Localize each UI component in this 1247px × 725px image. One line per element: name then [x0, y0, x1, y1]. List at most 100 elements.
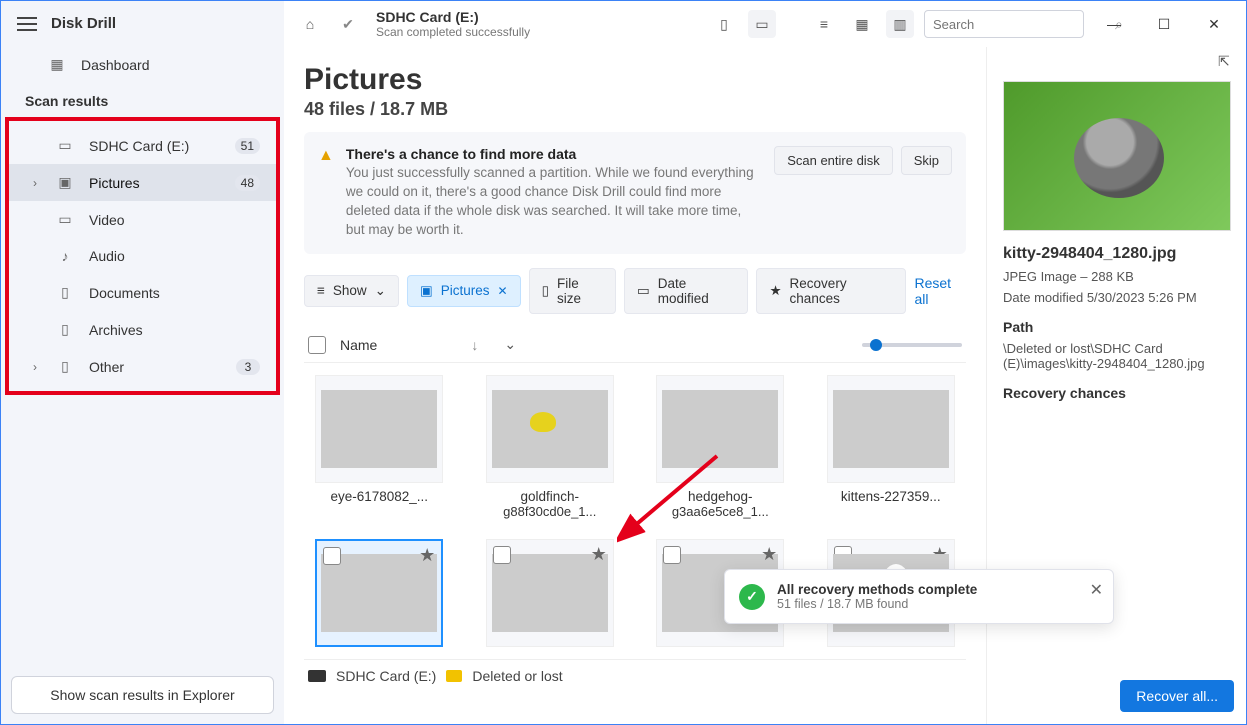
toast-title: All recovery methods complete [777, 582, 977, 597]
close-icon[interactable]: ✕ [498, 284, 508, 298]
star-icon[interactable]: ★ [761, 544, 777, 565]
page-subtitle: 48 files / 18.7 MB [304, 99, 966, 120]
archive-icon: ▯ [55, 321, 75, 338]
scan-subtitle: Scan completed successfully [376, 25, 530, 39]
notice-banner: ▲ There's a chance to find more data You… [304, 132, 966, 254]
drive-icon: ▭ [55, 137, 75, 154]
chevron-right-icon: › [33, 360, 37, 374]
star-icon[interactable]: ★ [591, 544, 607, 565]
folder-icon [446, 670, 462, 682]
maximize-button[interactable]: ☐ [1144, 10, 1184, 38]
chevron-right-icon: › [33, 176, 37, 190]
grid-view-icon[interactable]: ▦ [848, 10, 876, 38]
thumb-item-selected[interactable]: ★ [304, 539, 455, 647]
filter-datemodified-chip[interactable]: ▭ Date modified [624, 268, 748, 314]
show-in-explorer-button[interactable]: Show scan results in Explorer [11, 676, 274, 714]
thumbnail-image [662, 390, 778, 468]
breadcrumb: SDHC Card (E:) Deleted or lost [304, 659, 966, 692]
filter-recovery-chip[interactable]: ★ Recovery chances [756, 268, 906, 314]
minimize-button[interactable]: ― [1094, 10, 1134, 38]
warning-icon: ▲ [318, 147, 334, 165]
toast-subtitle: 51 files / 18.7 MB found [777, 597, 977, 611]
folder-icon[interactable]: ▭ [748, 10, 776, 38]
thumb-checkbox[interactable] [323, 547, 341, 565]
music-icon: ♪ [55, 248, 75, 264]
close-icon[interactable]: ✕ [1090, 580, 1103, 600]
thumb-item[interactable]: hedgehog- g3aa6e5ce8_1... [645, 375, 796, 519]
sidebar-item-other[interactable]: › ▯ Other 3 [9, 348, 276, 385]
star-icon[interactable]: ★ [419, 545, 435, 566]
thumb-item[interactable]: kittens-227359... [816, 375, 967, 519]
list-header: Name ↓ ⌄ [304, 328, 966, 363]
breadcrumb-item[interactable]: Deleted or lost [472, 668, 562, 684]
filters: ≡ Show ⌄ ▣ Pictures ✕ ▯ File size ▭ [304, 268, 966, 314]
file-icon: ▯ [55, 358, 75, 375]
check-circle-icon: ✔ [334, 10, 362, 38]
image-icon: ▣ [55, 174, 75, 191]
sidebar: Disk Drill ▦ Dashboard Scan results ▭ SD… [1, 1, 284, 724]
search-input[interactable]: ⌕ [924, 10, 1084, 38]
skip-button[interactable]: Skip [901, 146, 952, 175]
highlight-box: ▭ SDHC Card (E:) 51 › ▣ Pictures 48 ▭ Vi… [5, 117, 280, 395]
file-type: JPEG Image – 288 KB [1003, 269, 1230, 284]
preview-image [1003, 81, 1231, 231]
file-icon[interactable]: ▯ [710, 10, 738, 38]
chevron-down-icon: ⌄ [375, 283, 386, 299]
sidebar-item-dashboard[interactable]: ▦ Dashboard [1, 46, 284, 83]
document-icon: ▯ [55, 284, 75, 301]
sidebar-item-archives[interactable]: ▯ Archives [9, 311, 276, 348]
reset-all-link[interactable]: Reset all [914, 275, 966, 307]
thumbnail-image [321, 390, 437, 468]
sidebar-section-label: Scan results [1, 83, 284, 117]
sidebar-item-pictures[interactable]: › ▣ Pictures 48 [9, 164, 276, 201]
sidebar-item-audio[interactable]: ♪ Audio [9, 238, 276, 274]
thumb-checkbox[interactable] [493, 546, 511, 564]
thumb-item[interactable]: ★ [475, 539, 626, 647]
thumb-item[interactable]: eye-6178082_... [304, 375, 455, 519]
thumbnail-image [492, 390, 608, 468]
toast-notification: ✓ All recovery methods complete 51 files… [724, 569, 1114, 624]
column-name[interactable]: Name [340, 337, 377, 353]
video-icon: ▭ [55, 211, 75, 228]
show-dropdown[interactable]: ≡ Show ⌄ [304, 275, 399, 307]
file-icon: ▯ [542, 283, 549, 299]
scan-entire-disk-button[interactable]: Scan entire disk [774, 146, 893, 175]
thumbnail-image [833, 390, 949, 468]
titlebar: ⌂ ✔ SDHC Card (E:) Scan completed succes… [284, 1, 1246, 47]
list-view-icon[interactable]: ≡ [810, 10, 838, 38]
close-button[interactable]: ✕ [1194, 10, 1234, 38]
page-title: Pictures [304, 63, 966, 97]
home-icon[interactable]: ⌂ [296, 10, 324, 38]
thumbnail-image [492, 554, 608, 632]
star-icon: ★ [769, 283, 781, 299]
breadcrumb-item[interactable]: SDHC Card (E:) [336, 668, 436, 684]
grid-icon: ▦ [47, 56, 67, 73]
thumbnail-size-slider[interactable] [862, 343, 962, 347]
app-title: Disk Drill [51, 15, 116, 32]
panel-view-icon[interactable]: ▥ [886, 10, 914, 38]
image-icon: ▣ [420, 283, 433, 299]
recovery-chances-heading: Recovery chances [1003, 385, 1230, 401]
file-name: kitty-2948404_1280.jpg [1003, 245, 1230, 263]
file-modified: Date modified 5/30/2023 5:26 PM [1003, 290, 1230, 305]
recover-all-button[interactable]: Recover all... [1120, 680, 1234, 712]
count-badge: 48 [235, 175, 260, 191]
drive-icon [308, 670, 326, 682]
select-all-checkbox[interactable] [308, 336, 326, 354]
open-external-icon[interactable]: ⇱ [1218, 53, 1238, 73]
sidebar-item-documents[interactable]: ▯ Documents [9, 274, 276, 311]
count-badge: 3 [236, 359, 260, 375]
scan-title: SDHC Card (E:) [376, 9, 530, 25]
thumb-checkbox[interactable] [663, 546, 681, 564]
thumb-item[interactable]: goldfinch- g88f30cd0e_1... [475, 375, 626, 519]
filter-pictures-chip[interactable]: ▣ Pictures ✕ [407, 275, 521, 307]
expand-icon[interactable]: ⌄ [504, 336, 516, 353]
sidebar-item-sdhc[interactable]: ▭ SDHC Card (E:) 51 [9, 127, 276, 164]
sort-arrow-icon[interactable]: ↓ [471, 337, 478, 353]
calendar-icon: ▭ [637, 283, 650, 299]
filter-filesize-chip[interactable]: ▯ File size [529, 268, 616, 314]
menu-icon[interactable] [17, 17, 37, 31]
main: ⌂ ✔ SDHC Card (E:) Scan completed succes… [284, 1, 1246, 724]
sidebar-item-video[interactable]: ▭ Video [9, 201, 276, 238]
path-heading: Path [1003, 319, 1230, 335]
